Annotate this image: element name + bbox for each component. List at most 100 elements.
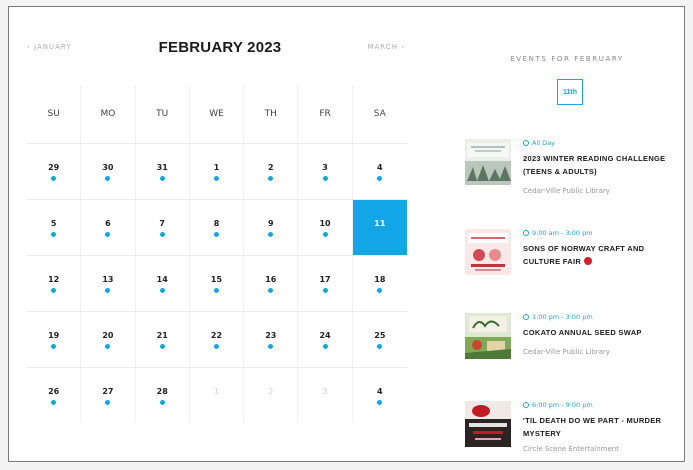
day-number: 15 xyxy=(210,275,223,284)
event-indicator-dot xyxy=(105,400,111,405)
day-cell[interactable]: 9 xyxy=(244,200,299,255)
day-number: 7 xyxy=(159,219,165,228)
event-indicator-dot xyxy=(268,232,274,237)
day-cell[interactable]: 21 xyxy=(136,312,190,367)
day-cell[interactable]: 27 xyxy=(81,368,136,423)
day-number: 18 xyxy=(374,275,386,284)
event-thumbnail[interactable] xyxy=(465,139,511,185)
next-month-link[interactable]: MARCH › xyxy=(367,43,405,51)
day-cell[interactable]: 23 xyxy=(244,312,299,367)
day-number: 8 xyxy=(213,219,220,228)
day-cell[interactable]: 8 xyxy=(190,200,245,255)
event-thumbnail[interactable] xyxy=(465,313,511,359)
event-item[interactable]: All Day 2023 WINTER READING CHALLENGE (T… xyxy=(465,139,677,201)
event-title-text[interactable]: 'TIL DEATH DO WE PART - MURDER MYSTERY xyxy=(523,416,661,438)
day-cell[interactable]: 15 xyxy=(190,256,245,311)
event-indicator-dot xyxy=(159,232,165,237)
event-indicator-dot xyxy=(51,400,57,405)
day-number: 25 xyxy=(374,331,386,340)
event-item[interactable]: 6:00 pm - 9:00 pm 'TIL DEATH DO WE PART … xyxy=(465,401,677,463)
day-number: 12 xyxy=(48,275,60,284)
day-cell[interactable]: 4 xyxy=(353,368,407,423)
event-indicator-dot xyxy=(268,344,274,349)
day-cell[interactable]: 25 xyxy=(353,312,407,367)
event-thumbnail[interactable] xyxy=(465,229,511,275)
event-title-text[interactable]: COKATO ANNUAL SEED SWAP xyxy=(523,328,642,337)
day-cell[interactable]: 5 xyxy=(27,200,82,255)
event-indicator-dot xyxy=(105,344,111,349)
day-cell[interactable]: 14 xyxy=(136,256,190,311)
day-cell[interactable]: 3 xyxy=(298,368,353,423)
event-indicator-dot xyxy=(159,176,165,181)
event-time: All Day xyxy=(523,139,555,147)
day-number: 9 xyxy=(267,219,274,228)
day-number: 13 xyxy=(102,275,114,284)
event-indicator-dot xyxy=(322,232,328,237)
day-cell[interactable]: 1 xyxy=(190,144,245,199)
day-cell[interactable]: 1 xyxy=(190,368,245,423)
day-number: 23 xyxy=(265,331,277,340)
day-number: 19 xyxy=(48,331,60,340)
day-cell[interactable]: 13 xyxy=(81,256,136,311)
weekday-label: WE xyxy=(190,85,245,143)
event-title-text[interactable]: 2023 WINTER READING CHALLENGE (TEENS & A… xyxy=(523,154,665,176)
day-cell[interactable]: 3 xyxy=(298,144,353,199)
day-cell[interactable]: 24 xyxy=(298,312,353,367)
day-number: 17 xyxy=(319,275,331,284)
day-cell[interactable]: 2 xyxy=(244,368,299,423)
day-cell[interactable]: 31 xyxy=(136,144,190,199)
selected-day-tag[interactable]: 11th xyxy=(557,79,583,105)
weekday-label: MO xyxy=(81,85,136,143)
event-title[interactable]: COKATO ANNUAL SEED SWAP xyxy=(523,326,673,339)
clock-icon xyxy=(523,230,529,236)
day-cell[interactable]: 4 xyxy=(353,144,407,199)
day-cell[interactable]: 20 xyxy=(81,312,136,367)
weekday-label: FR xyxy=(298,85,353,143)
clock-icon xyxy=(523,314,529,320)
event-time-text: 9:00 am - 3:00 pm xyxy=(532,229,593,237)
day-cell[interactable]: 19 xyxy=(27,312,82,367)
week-row: 29 30 31 1 2 3 4 xyxy=(27,143,407,199)
day-cell-selected[interactable]: 11 xyxy=(352,200,407,255)
event-venue[interactable]: Cedar-Ville Public Library xyxy=(523,348,610,356)
day-cell[interactable]: 18 xyxy=(353,256,407,311)
event-venue[interactable]: Circle Scene Entertainment xyxy=(523,445,619,453)
day-number: 6 xyxy=(105,219,111,228)
event-indicator-dot xyxy=(51,344,57,349)
day-cell[interactable]: 29 xyxy=(27,144,82,199)
day-number: 31 xyxy=(156,163,168,172)
weekday-header-row: SU MO TU WE TH FR SA xyxy=(27,85,407,143)
day-number: 2 xyxy=(268,387,274,396)
clock-icon xyxy=(523,402,529,408)
day-number: 1 xyxy=(213,163,220,172)
event-indicator-dot xyxy=(268,288,274,293)
event-title[interactable]: 'TIL DEATH DO WE PART - MURDER MYSTERY xyxy=(523,414,673,440)
day-cell[interactable]: 30 xyxy=(81,144,136,199)
event-indicator-dot xyxy=(213,232,219,237)
day-cell[interactable]: 10 xyxy=(298,200,353,255)
day-cell[interactable]: 22 xyxy=(190,312,245,367)
day-number: 24 xyxy=(319,331,331,340)
event-title[interactable]: 2023 WINTER READING CHALLENGE (TEENS & A… xyxy=(523,152,673,178)
day-cell[interactable]: 2 xyxy=(244,144,299,199)
day-cell[interactable]: 28 xyxy=(136,368,190,423)
event-item[interactable]: 9:00 am - 3:00 pm SONS OF NORWAY CRAFT A… xyxy=(465,229,677,291)
events-panel-title: EVENTS FOR FEBRUARY xyxy=(510,55,624,63)
day-cell[interactable]: 26 xyxy=(27,368,82,423)
day-number: 2 xyxy=(267,163,274,172)
event-indicator-dot xyxy=(51,288,57,293)
day-cell[interactable]: 6 xyxy=(81,200,136,255)
event-item[interactable]: 1:00 pm - 3:00 pm COKATO ANNUAL SEED SWA… xyxy=(465,313,677,375)
day-cell[interactable]: 16 xyxy=(244,256,299,311)
weekday-label: TU xyxy=(136,85,190,143)
event-title[interactable]: SONS OF NORWAY CRAFT AND CULTURE FAIR xyxy=(523,242,673,268)
weekday-label: SU xyxy=(27,85,82,143)
month-calendar: ‹ JANUARY FEBRUARY 2023 MARCH › SU MO TU WE… xyxy=(27,37,413,423)
day-number: 10 xyxy=(319,219,331,228)
event-thumbnail[interactable] xyxy=(465,401,511,447)
event-venue[interactable]: Cedar-Ville Public Library xyxy=(523,187,610,195)
day-cell[interactable]: 7 xyxy=(136,200,190,255)
day-cell[interactable]: 12 xyxy=(27,256,82,311)
day-cell[interactable]: 17 xyxy=(298,256,353,311)
day-number: 22 xyxy=(210,331,223,340)
